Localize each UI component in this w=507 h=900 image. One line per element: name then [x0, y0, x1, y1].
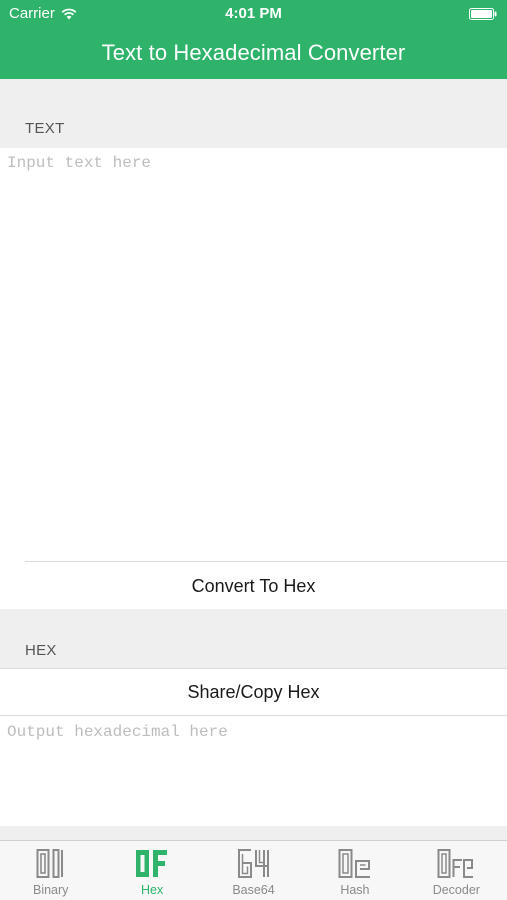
tab-base64-label: Base64 — [232, 883, 275, 897]
hash-icon — [338, 849, 370, 878]
tab-hex[interactable]: Hex — [101, 841, 202, 900]
tab-binary-label: Binary — [32, 883, 69, 897]
status-bar: Carrier 4:01 PM — [0, 0, 507, 28]
hex-icon — [136, 850, 168, 877]
hex-output-field[interactable] — [0, 716, 507, 826]
tab-hash-label: Hash — [340, 883, 370, 897]
status-time: 4:01 PM — [225, 5, 282, 22]
tab-decoder[interactable]: Decoder — [406, 841, 507, 900]
page-title: Text to Hexadecimal Converter — [101, 40, 406, 65]
convert-divider — [25, 561, 507, 562]
decoder-icon — [437, 849, 474, 878]
binary-icon — [36, 849, 63, 878]
header-bar: Carrier 4:01 PM Text to Hexadecimal Conv… — [0, 0, 507, 79]
base64-icon — [237, 849, 269, 878]
share-copy-hex-button[interactable]: Share/Copy Hex — [0, 669, 507, 715]
text-section-label: TEXT — [25, 120, 65, 137]
text-input-panel: Convert To Hex — [0, 148, 507, 609]
tab-base64[interactable]: Base64 — [203, 841, 304, 900]
tab-decoder-label: Decoder — [432, 883, 480, 897]
tab-binary[interactable]: Binary — [0, 841, 101, 900]
hex-section-label: HEX — [25, 642, 57, 659]
battery-icon — [469, 8, 497, 20]
text-input[interactable] — [0, 148, 507, 561]
convert-to-hex-button[interactable]: Convert To Hex — [0, 563, 507, 609]
tab-bar: Binary Hex Base64 Hash Decoder — [0, 840, 507, 900]
tab-hash[interactable]: Hash — [304, 841, 405, 900]
tab-hex-label: Hex — [140, 883, 164, 897]
